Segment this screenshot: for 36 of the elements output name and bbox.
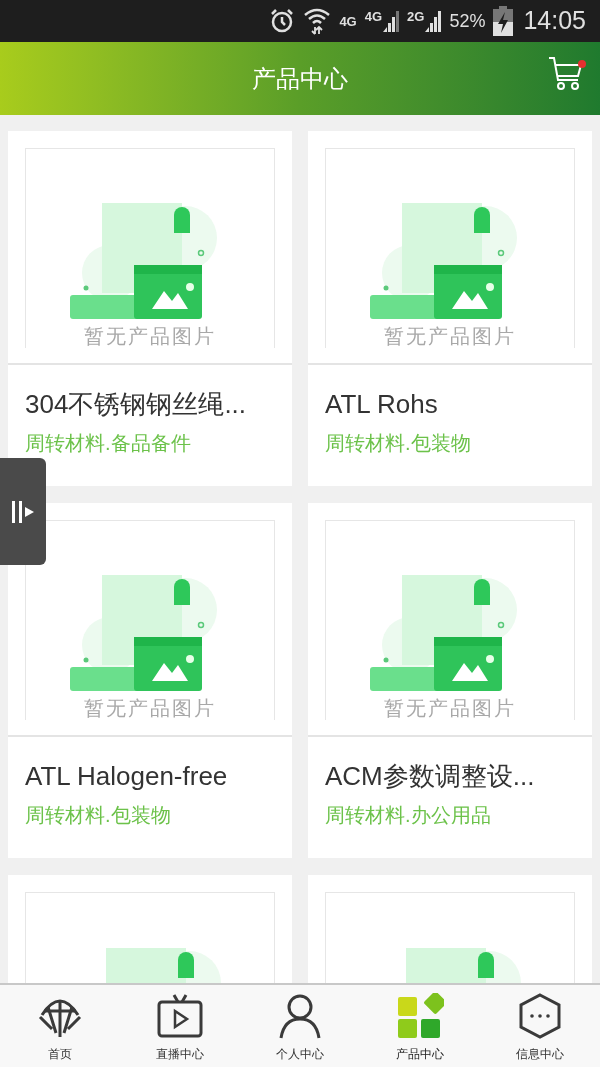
placeholder-caption: 暂无产品图片 (84, 325, 216, 347)
product-category: 周转材料.备品备件 (25, 431, 192, 455)
signal-icon (383, 10, 400, 32)
product-name: ATL Rohs (325, 389, 439, 419)
network-label: 2G (407, 10, 425, 23)
product-name: ATL Halogen-free (25, 761, 229, 791)
placeholder-caption: 暂无产品图片 (384, 697, 516, 719)
product-name: ACM参数调整设... (325, 761, 536, 791)
side-handle[interactable] (0, 458, 46, 565)
clock-time: 14:05 (523, 5, 586, 37)
product-category: 周转材料.包装物 (25, 803, 172, 827)
app-grid-icon (396, 993, 444, 1039)
wifi-icon (303, 7, 332, 35)
battery-charging-icon (493, 6, 514, 36)
product-category: 周转材料.办公用品 (325, 803, 492, 827)
nav-tab[interactable]: 个人中心 (240, 985, 360, 1067)
signal-icon (425, 10, 442, 32)
cart-button[interactable] (548, 56, 586, 92)
product-category: 周转材料.包装物 (325, 431, 472, 455)
tv-play-icon (156, 993, 204, 1039)
network-label: 4G (339, 14, 357, 28)
pause-play-icon (11, 500, 35, 523)
product-card[interactable]: 暂无产品图片 ATL Rohs 周转材料.包装物 (308, 131, 592, 486)
nav-tab[interactable]: 直播中心 (120, 985, 240, 1067)
nav-tab[interactable]: 信息中心 (480, 985, 600, 1067)
product-card[interactable]: 暂无产品图片 ATL Halogen-free 周转材料.包装物 (8, 503, 292, 858)
placeholder-caption: 暂无产品图片 (84, 697, 216, 719)
placeholder-caption: 暂无产品图片 (384, 325, 516, 347)
product-name: 304不锈钢钢丝绳... (25, 389, 248, 419)
network-label: 4G (364, 10, 383, 23)
battery-percent: 52% (449, 9, 486, 33)
product-card[interactable]: 暂无产品图片 304不锈钢钢丝绳... 周转材料.备品备件 (8, 131, 292, 486)
product-card[interactable]: 暂无产品图片 ACM参数调整设... 周转材料.办公用品 (308, 503, 592, 858)
nav-tab[interactable]: 产品中心 (360, 985, 480, 1067)
nav-tab[interactable]: 首页 (0, 985, 120, 1067)
page-title: 产品中心 (252, 63, 348, 94)
